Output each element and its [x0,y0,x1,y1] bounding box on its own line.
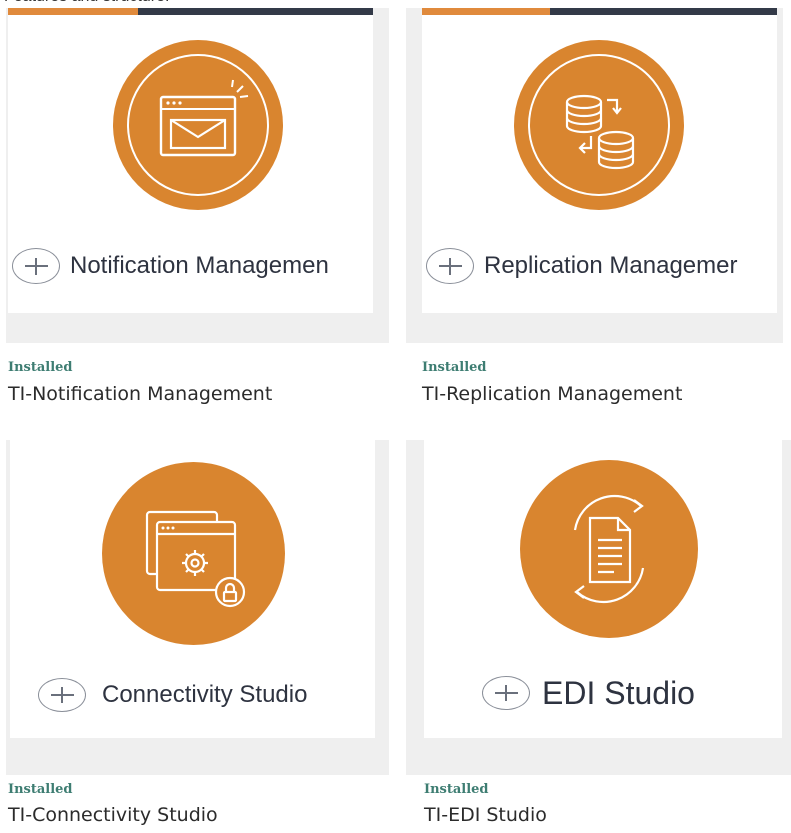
product-label-text: Connectivity Studio [102,681,308,708]
add-circle-icon [38,678,86,712]
status-badge: Installed [422,360,487,375]
windows-gear-lock-icon [102,462,285,645]
product-label-text: Replication Managemer [484,252,738,279]
card[interactable]: EDI Studio [424,440,782,738]
add-circle-icon [12,248,60,284]
tile-edi-studio[interactable]: EDI Studio Installed TI-EDI Studio [400,430,791,833]
tile-title[interactable]: TI-Replication Management [422,383,682,405]
tile-title[interactable]: TI-EDI Studio [424,804,547,826]
status-badge: Installed [424,782,489,797]
status-badge: Installed [8,360,73,375]
tile-title[interactable]: TI-Connectivity Studio [8,804,218,826]
tile-connectivity-studio[interactable]: Connectivity Studio Installed TI-Connect… [0,430,395,833]
envelope-window-icon [113,40,283,210]
document-cycle-icon [520,460,698,638]
card[interactable]: Replication Managemer [422,8,777,313]
tile-notification-management[interactable]: Notification Managemen Installed TI-Noti… [0,0,395,415]
accent-bar [8,8,373,15]
database-sync-icon [514,40,684,210]
add-circle-icon [426,248,474,284]
tile-replication-management[interactable]: Replication Managemer Installed TI-Repli… [400,0,791,415]
product-label-text: Notification Managemen [70,252,329,279]
product-label-text: EDI Studio [542,674,695,711]
product-label: EDI Studio [482,669,782,717]
accent-bar [422,8,777,15]
tile-title[interactable]: TI-Notification Management [8,383,272,405]
status-badge: Installed [8,782,73,797]
card[interactable]: Notification Managemen [8,8,373,313]
add-circle-icon [482,676,530,710]
product-label: Connectivity Studio [38,675,375,715]
product-label: Notification Managemen [12,246,373,286]
product-label: Replication Managemer [426,246,777,286]
card[interactable]: Connectivity Studio [10,440,375,738]
